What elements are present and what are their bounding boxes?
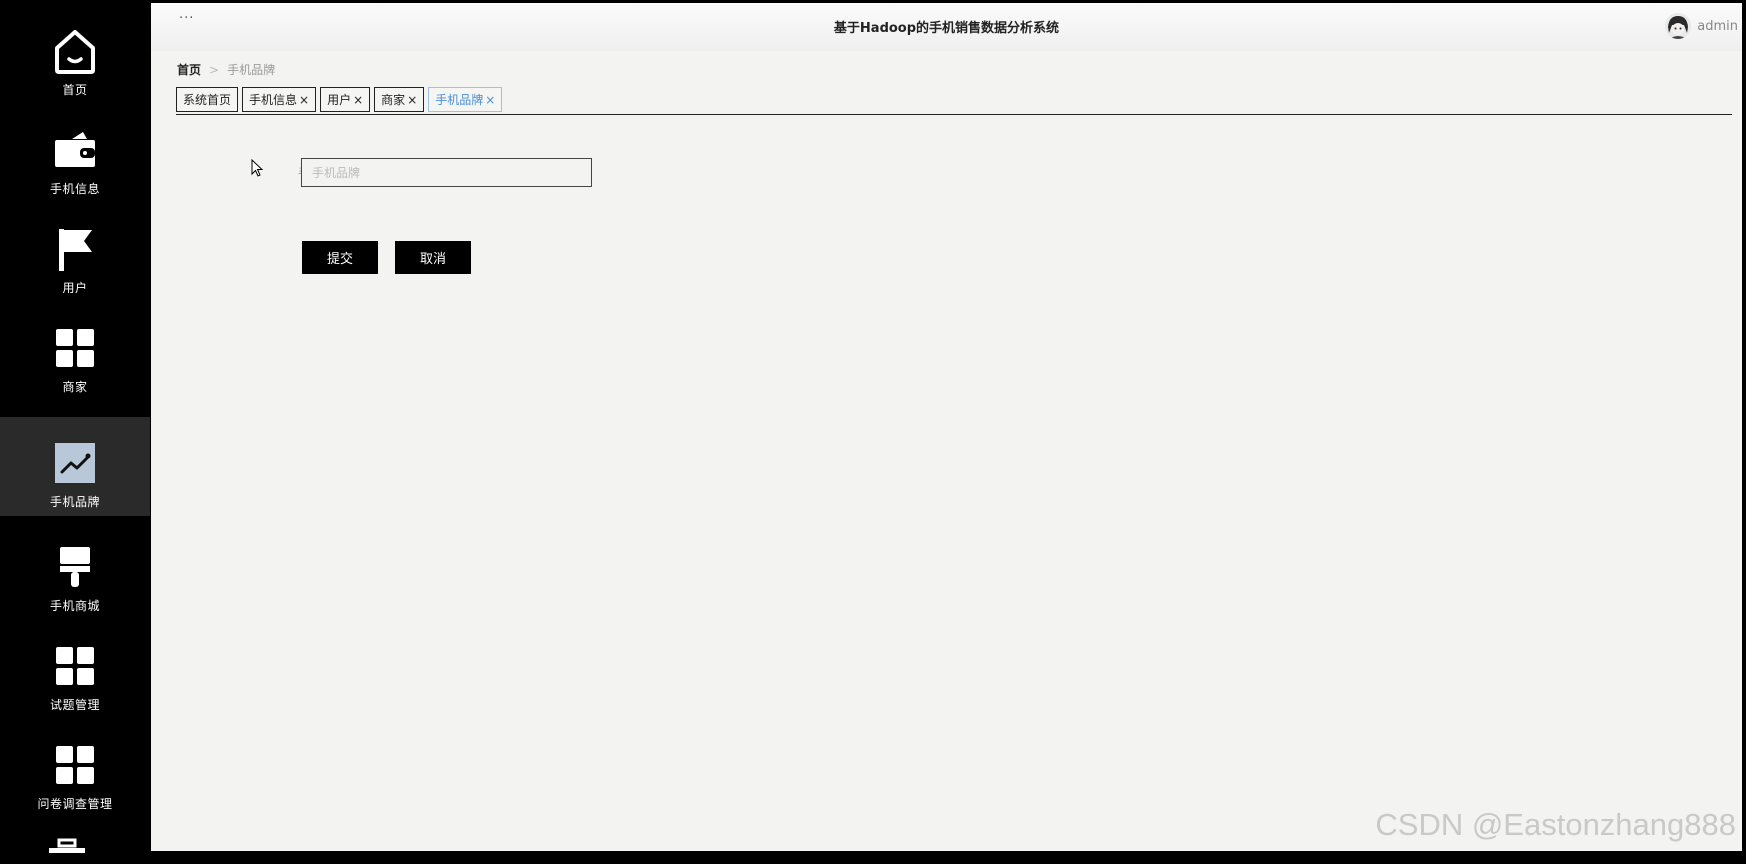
app-title: 基于Hadoop的手机销售数据分析系统 — [833, 21, 1060, 36]
tab-merchants[interactable]: 商家 × — [374, 87, 425, 112]
sidebar-item-label: 商家 — [62, 380, 88, 394]
avatar — [1665, 13, 1692, 39]
breadcrumb-home[interactable]: 首页 — [177, 63, 201, 77]
sidebar-item-survey-management[interactable]: 问卷调查管理 — [0, 714, 150, 813]
sidebar-item-label: 手机商城 — [49, 599, 100, 613]
cancel-button[interactable]: 取消 — [395, 241, 471, 274]
sidebar-item-label: 试题管理 — [49, 698, 100, 712]
watermark: CSDN @Eastonzhang888 — [1375, 807, 1736, 842]
main-content: ··· 基于Hadoop的手机销售数据分析系统 admin 首页 > 手机品牌 系统… — [151, 3, 1742, 851]
wallet-icon — [52, 127, 98, 173]
brand-input[interactable] — [301, 158, 592, 187]
sidebar-item-phone-brand[interactable]: 手机品牌 — [0, 417, 150, 516]
sidebar-item-phone-mall[interactable]: 手机商城 — [0, 516, 150, 615]
close-icon[interactable]: × — [407, 93, 417, 107]
sidebar-item-users[interactable]: 用户 — [0, 198, 150, 297]
chart-icon — [52, 440, 98, 486]
tab-system-home[interactable]: 系统首页 — [176, 87, 239, 112]
sidebar-item-label: 首页 — [62, 83, 88, 97]
submit-button[interactable]: 提交 — [302, 241, 378, 274]
grid-icon — [52, 643, 98, 689]
close-icon[interactable]: × — [299, 93, 309, 107]
sidebar-item-merchants[interactable]: 商家 — [0, 297, 150, 396]
grid-icon — [52, 325, 98, 371]
home-icon — [52, 28, 98, 74]
sidebar-item-label: 用户 — [62, 281, 88, 295]
close-icon[interactable]: × — [485, 93, 495, 107]
tab-label: 系统首页 — [183, 93, 232, 107]
flag-icon — [52, 226, 98, 272]
tab-label: 手机品牌 — [435, 93, 484, 107]
user-menu[interactable]: admin — [1665, 13, 1738, 39]
top-bar: ··· 基于Hadoop的手机销售数据分析系统 admin — [151, 3, 1742, 51]
brush-icon — [52, 544, 98, 590]
user-name: admin — [1697, 18, 1738, 34]
tab-bar: 系统首页 手机信息 × 用户 × 商家 × 手机品牌 × — [176, 87, 1732, 115]
sidebar-item-label: 手机信息 — [49, 182, 100, 196]
sidebar-item-home[interactable]: 首页 — [0, 0, 150, 99]
breadcrumb: 首页 > 手机品牌 — [177, 61, 275, 78]
tab-phone-info[interactable]: 手机信息 × — [242, 87, 317, 112]
sidebar-item-label: 手机品牌 — [49, 495, 100, 509]
sidebar-item-phone-info[interactable]: 手机信息 — [0, 99, 150, 198]
tab-label: 手机信息 — [249, 93, 298, 107]
sidebar-item-label: 问卷调查管理 — [37, 797, 113, 811]
breadcrumb-current: 手机品牌 — [227, 63, 276, 77]
sidebar: 首页 手机信息 用户 商家 手机品牌 手机商城 试题管理 问卷调查管理 — [0, 0, 150, 864]
sidebar-item-exam-management[interactable]: 试题管理 — [0, 615, 150, 714]
partial-menu-icon — [47, 838, 87, 864]
close-icon[interactable]: × — [353, 93, 363, 107]
grid-icon — [52, 742, 98, 788]
tab-users[interactable]: 用户 × — [320, 87, 371, 112]
breadcrumb-separator: > — [209, 63, 220, 77]
tab-label: 用户 — [327, 93, 352, 107]
tab-phone-brand[interactable]: 手机品牌 × — [428, 87, 503, 112]
mouse-cursor-icon — [251, 158, 264, 181]
tab-label: 商家 — [381, 93, 406, 107]
